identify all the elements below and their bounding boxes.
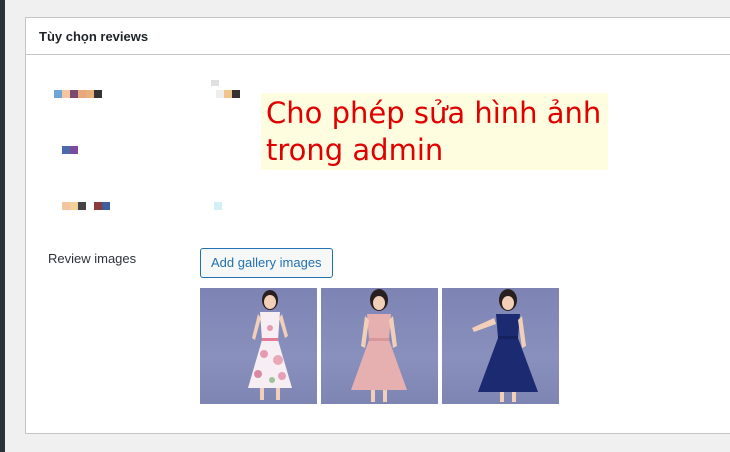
pink-dress-figure: [351, 289, 407, 402]
review-images-label: Review images: [48, 251, 137, 266]
redacted-field-value-3: [214, 202, 222, 210]
navy-dress-figure: [472, 289, 538, 402]
redacted-field-value-1b: [216, 90, 240, 98]
annotation-line-1: Cho phép sửa hình ảnh: [266, 96, 602, 130]
add-gallery-images-button[interactable]: Add gallery images: [200, 248, 333, 278]
gallery-image-floral-dress[interactable]: [200, 288, 317, 404]
annotation-line-2: trong admin: [266, 133, 444, 167]
redacted-field-label-1: [54, 90, 102, 98]
gallery-image-navy-dress[interactable]: [442, 288, 559, 404]
annotation-callout: Cho phép sửa hình ảnh trong admin: [261, 93, 608, 170]
admin-sidebar-edge: [0, 0, 5, 452]
redacted-field-label-3: [62, 202, 110, 210]
floral-dress-figure: [248, 290, 292, 400]
redacted-field-label-2: [62, 146, 78, 154]
panel-header: Tùy chọn reviews: [26, 18, 730, 55]
gallery-image-pink-dress[interactable]: [321, 288, 438, 404]
redacted-field-value-1: [211, 80, 219, 88]
review-gallery: [200, 288, 559, 404]
panel-title: Tùy chọn reviews: [39, 28, 149, 44]
reviews-options-panel: Tùy chọn reviews Review images Add galle…: [25, 17, 730, 434]
